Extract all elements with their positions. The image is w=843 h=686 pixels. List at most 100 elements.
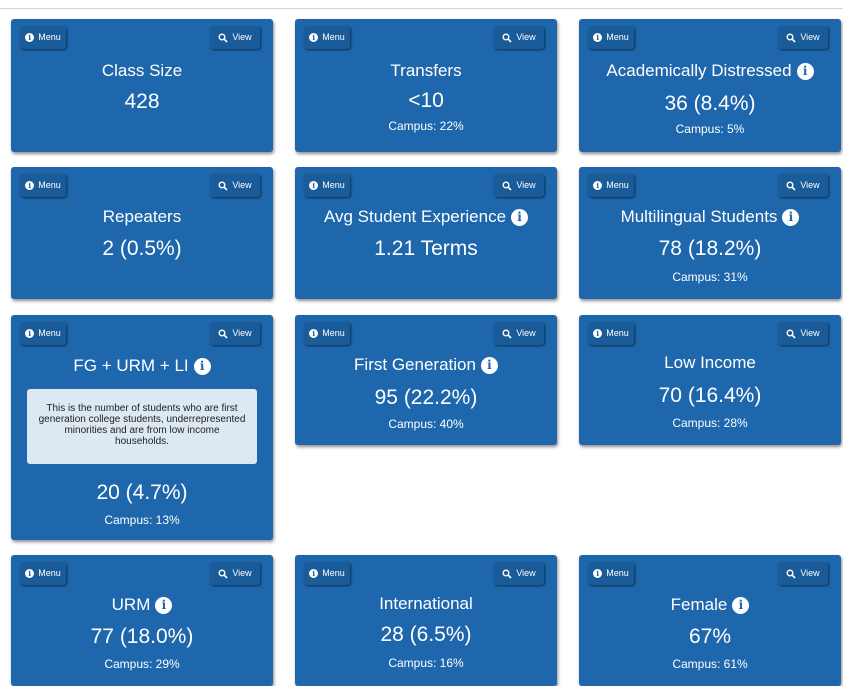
campus-comparison: Campus: 61% <box>672 657 748 671</box>
info-icon[interactable]: i <box>732 596 750 614</box>
search-icon <box>218 33 228 43</box>
card-title: Low Income <box>664 353 756 372</box>
card-value: 95 (22.2%) <box>374 386 478 409</box>
menu-button[interactable]: i Menu <box>588 322 634 345</box>
info-icon: i <box>25 329 35 338</box>
card-title: Female i <box>579 595 841 615</box>
info-icon[interactable]: i <box>796 62 814 80</box>
info-icon[interactable]: i <box>511 208 529 226</box>
card-title: Transfers <box>390 61 462 80</box>
menu-button[interactable]: i Menu <box>304 562 350 585</box>
card-value: 20 (4.7%) <box>96 481 188 504</box>
view-button[interactable]: View <box>210 174 260 197</box>
menu-button[interactable]: i Menu <box>588 174 634 197</box>
campus-comparison: Campus: 5% <box>675 122 745 136</box>
search-icon <box>502 569 512 579</box>
metric-card-academically-distressed: i Menu View Academically Distressed i 36 (… <box>579 19 841 152</box>
card-value: 1.21 Terms <box>374 237 478 260</box>
info-icon: i <box>309 329 319 338</box>
card-title: International <box>379 594 473 613</box>
campus-comparison: Campus: 13% <box>104 513 180 527</box>
view-button[interactable]: View <box>494 322 544 345</box>
info-icon: i <box>309 181 319 190</box>
menu-button[interactable]: i Menu <box>304 26 350 49</box>
search-icon <box>218 181 228 191</box>
metric-card-international: i Menu View International 28 (6.5%) Campu… <box>295 555 557 686</box>
card-title: Multilingual Students i <box>579 207 841 227</box>
metric-card-transfers: i Menu View Transfers <10 Campus: 22% <box>295 19 557 152</box>
info-icon[interactable]: i <box>480 356 498 374</box>
search-icon <box>786 33 796 43</box>
card-title: First Generation i <box>295 355 557 375</box>
menu-button[interactable]: i Menu <box>20 562 66 585</box>
info-icon: i <box>25 569 35 578</box>
card-value: 2 (0.5%) <box>102 237 182 260</box>
info-icon: i <box>593 329 603 338</box>
search-icon <box>786 569 796 579</box>
search-icon <box>502 33 512 43</box>
info-icon[interactable]: i <box>155 596 173 614</box>
campus-comparison: Campus: 22% <box>388 119 464 133</box>
view-button[interactable]: View <box>778 174 828 197</box>
search-icon <box>786 181 796 191</box>
card-title: Academically Distressed i <box>579 61 841 81</box>
view-button[interactable]: View <box>210 562 260 585</box>
card-value: 78 (18.2%) <box>658 237 762 260</box>
metric-card-low-income: i Menu View Low Income 70 (16.4%) Campus:… <box>579 315 841 445</box>
card-title: Avg Student Experience i <box>295 207 557 227</box>
campus-comparison: Campus: 28% <box>672 416 748 430</box>
info-icon[interactable]: i <box>782 208 800 226</box>
info-icon: i <box>593 569 603 578</box>
menu-button[interactable]: i Menu <box>304 174 350 197</box>
info-icon: i <box>309 33 319 42</box>
info-tooltip: This is the number of students who are f… <box>27 389 257 464</box>
card-title: Repeaters <box>102 207 182 226</box>
search-icon <box>218 329 228 339</box>
view-button[interactable]: View <box>494 174 544 197</box>
metric-card-repeaters: i Menu View Repeaters 2 (0.5%) <box>11 167 273 299</box>
info-icon[interactable]: i <box>193 357 211 375</box>
menu-button[interactable]: i Menu <box>304 322 350 345</box>
info-icon: i <box>593 181 603 190</box>
search-icon <box>786 329 796 339</box>
metric-card-class-size: i Menu View Class Size 428 <box>11 19 273 152</box>
top-divider <box>0 8 843 9</box>
view-button[interactable]: View <box>494 26 544 49</box>
view-button[interactable]: View <box>210 26 260 49</box>
campus-comparison: Campus: 16% <box>388 656 464 670</box>
search-icon <box>502 329 512 339</box>
metric-card-female: i Menu View Female i 67% Campus: 61% <box>579 555 841 686</box>
menu-button[interactable]: i Menu <box>20 174 66 197</box>
card-value: 28 (6.5%) <box>380 623 472 646</box>
card-title: FG + URM + LI i <box>11 356 273 376</box>
campus-comparison: Campus: 29% <box>104 657 180 671</box>
card-value: 36 (8.4%) <box>664 92 756 115</box>
card-value: 428 <box>124 90 160 113</box>
menu-button[interactable]: i Menu <box>20 26 66 49</box>
card-title: Class Size <box>101 61 183 80</box>
view-button[interactable]: View <box>778 562 828 585</box>
campus-comparison: Campus: 40% <box>388 417 464 431</box>
metric-card-urm: i Menu View URM i 77 (18.0%) Campus: 29% <box>11 555 273 686</box>
menu-button[interactable]: i Menu <box>20 322 66 345</box>
info-icon: i <box>25 181 35 190</box>
view-button[interactable]: View <box>778 322 828 345</box>
view-button[interactable]: View <box>494 562 544 585</box>
info-icon: i <box>309 569 319 578</box>
menu-button[interactable]: i Menu <box>588 26 634 49</box>
card-value: <10 <box>408 89 444 112</box>
menu-button[interactable]: i Menu <box>588 562 634 585</box>
card-title: URM i <box>11 595 273 615</box>
card-value: 77 (18.0%) <box>90 625 194 648</box>
metric-card-first-generation: i Menu View First Generation i 95 (22.2%) … <box>295 315 557 445</box>
search-icon <box>502 181 512 191</box>
campus-comparison: Campus: 31% <box>672 270 748 284</box>
card-value: 67% <box>688 625 732 648</box>
metric-card-fg-urm-li: i Menu View FG + URM + LI i This is the nu… <box>11 315 273 540</box>
view-button[interactable]: View <box>778 26 828 49</box>
view-button[interactable]: View <box>210 322 260 345</box>
info-icon: i <box>25 33 35 42</box>
metric-card-avg-student-experience: i Menu View Avg Student Experience i 1.21 … <box>295 167 557 299</box>
info-icon: i <box>593 33 603 42</box>
card-value: 70 (16.4%) <box>658 384 762 407</box>
